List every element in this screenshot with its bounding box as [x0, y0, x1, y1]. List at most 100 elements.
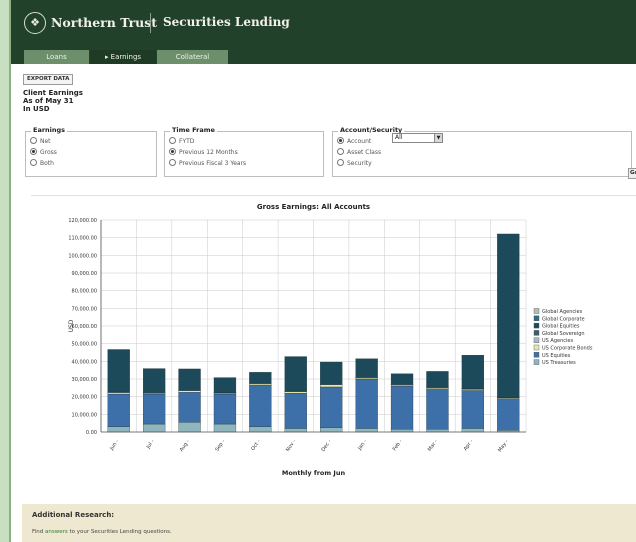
app-header: ❖ Northern Trust Securities Lending [11, 0, 636, 48]
radio-selected-icon[interactable] [30, 148, 37, 155]
bar-segment [142, 393, 166, 425]
legend-swatch [533, 322, 540, 329]
option-label: Asset Class [347, 149, 382, 156]
option-label: Previous Fiscal 3 Years [179, 160, 247, 167]
y-tick-label: 0.00 [86, 430, 97, 436]
research-text: Find answers to your Securities Lending … [32, 529, 172, 535]
x-tick-label: Mar - [427, 439, 439, 453]
radio-icon[interactable] [337, 159, 344, 166]
radio-icon[interactable] [30, 159, 37, 166]
tab-collateral[interactable]: Collateral [157, 50, 228, 64]
legend-label: US Equities [542, 353, 571, 359]
timeframe-legend: Time Frame [170, 126, 217, 134]
timeframe-3-years-option[interactable]: Previous Fiscal 3 Years [169, 159, 246, 168]
bar-segment [461, 390, 485, 429]
bar-segment [355, 358, 378, 378]
security-option[interactable]: Security [337, 159, 372, 168]
timeframe-12-months-option[interactable]: Previous 12 Months [169, 148, 238, 157]
bar-segment [426, 387, 449, 389]
legend-swatch [533, 352, 540, 358]
earnings-net-option[interactable]: Net [30, 137, 51, 146]
legend-swatch [533, 315, 540, 322]
radio-selected-icon[interactable] [169, 148, 176, 155]
account-option[interactable]: Account [337, 137, 371, 146]
export-data-button[interactable]: EXPORT DATA [23, 74, 74, 85]
as-of-date: As of May 31 [23, 97, 74, 105]
bar-segment [107, 392, 130, 395]
research-title: Additional Research: [32, 511, 115, 519]
bar-segment [355, 428, 378, 433]
app-title: Securities Lending [163, 15, 290, 29]
radio-icon[interactable] [337, 148, 344, 155]
bar-segment [107, 426, 130, 433]
y-tick-label: 40,000.00 [72, 359, 97, 365]
option-label: Previous 12 Months [179, 149, 238, 156]
bar-segment [320, 384, 343, 388]
account-select[interactable]: All ▼ [392, 133, 443, 143]
bar-segment [142, 368, 166, 393]
earnings-legend: Earnings [31, 126, 68, 134]
asset-class-option[interactable]: Asset Class [337, 148, 381, 157]
tab-bar: Loans ▸ Earnings Collateral [11, 48, 636, 64]
y-tick-label: 80,000.00 [72, 289, 97, 295]
earnings-both-option[interactable]: Both [30, 159, 54, 168]
bar-segment [178, 422, 201, 433]
bar-segment [178, 368, 201, 391]
y-tick-label: 50,000.00 [72, 342, 97, 348]
bar-segment [461, 354, 485, 389]
x-tick-label: Feb - [392, 439, 404, 453]
y-tick-label: 60,000.00 [72, 324, 97, 330]
bar-segment [284, 391, 307, 394]
additional-research-panel: Additional Research: Find answers to you… [22, 504, 636, 542]
legend-label: Global Sovereign [542, 331, 585, 337]
x-tick-label: Dec - [320, 439, 333, 453]
bar-segment [497, 399, 520, 431]
radio-icon[interactable] [30, 137, 37, 144]
legend-swatch [533, 308, 540, 314]
y-tick-label: 10,000.00 [72, 412, 97, 418]
bar-segment [178, 390, 201, 393]
dropdown-arrow-icon[interactable]: ▼ [434, 134, 442, 142]
account-select-value: All [395, 134, 403, 141]
tab-earnings[interactable]: ▸ Earnings [90, 50, 156, 64]
research-text-before: Find [32, 529, 46, 535]
earnings-gross-option[interactable]: Gross [30, 148, 57, 157]
bar-segment [249, 426, 272, 433]
bar-segment [178, 392, 201, 423]
bar-segment [355, 377, 378, 380]
legend-label: Global Agencies [542, 309, 583, 315]
tab-loans[interactable]: Loans [24, 50, 89, 64]
bar-segment [249, 385, 272, 427]
radio-icon[interactable] [169, 137, 176, 144]
timeframe-fytd-option[interactable]: FYTD [169, 137, 194, 146]
legend-label: US Agencies [542, 338, 573, 344]
x-tick-label: Jan - [356, 439, 368, 453]
bar-segment [249, 372, 272, 384]
radio-selected-icon[interactable] [337, 137, 344, 144]
legend-label: US Treasuries [542, 360, 576, 366]
bar-segment [426, 388, 449, 430]
earnings-chart: Gross Earnings: All Accounts 0.00 10,000.0… [31, 195, 636, 489]
radio-icon[interactable] [169, 159, 176, 166]
account-security-group: Account/Security Account All ▼ Asset Clas… [332, 126, 632, 177]
legend-swatch [533, 330, 540, 336]
bar-segment [249, 383, 272, 386]
y-tick-label: 90,000.00 [72, 271, 97, 277]
bar-segment [320, 361, 343, 385]
answers-link[interactable]: answers [45, 529, 68, 535]
bar-segment [390, 385, 414, 430]
bar-segment [320, 427, 343, 433]
legend-swatch [533, 344, 540, 351]
bar-segment [497, 233, 520, 398]
research-text-after: to your Securities Lending questions. [67, 529, 172, 535]
bar-segment [107, 393, 130, 427]
go-button[interactable]: Go [628, 168, 636, 179]
option-label: Account [347, 138, 372, 145]
client-earnings-heading: Client Earnings [23, 89, 83, 97]
timeframe-group: Time Frame FYTD Previous 12 Months Previ… [164, 126, 324, 177]
option-label: Gross [40, 149, 57, 156]
option-label: FYTD [179, 138, 195, 145]
bar-segment [461, 428, 485, 433]
northern-trust-logo-icon: ❖ [24, 12, 46, 34]
bar-segment [390, 373, 414, 385]
